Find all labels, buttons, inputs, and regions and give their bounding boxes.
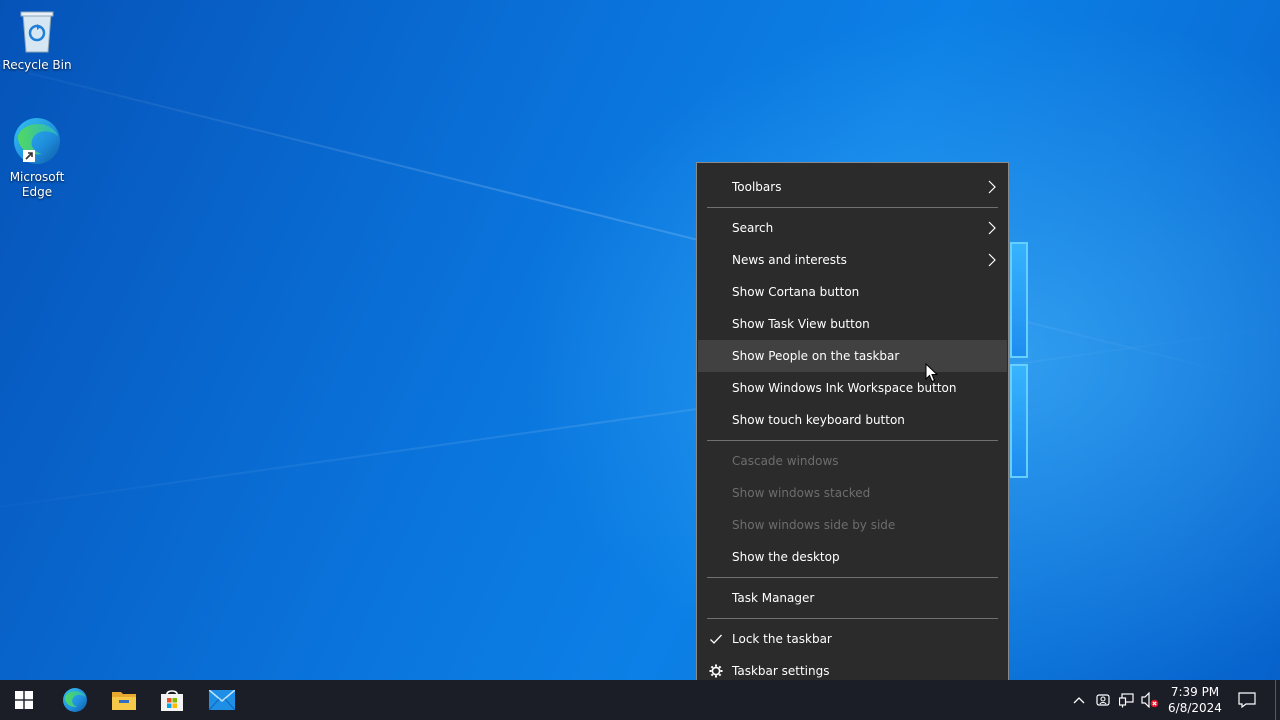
menu-item-label: Lock the taskbar (732, 632, 832, 646)
menu-item-label: Show People on the taskbar (732, 349, 900, 363)
menu-item-show-windows-side-by-side: Show windows side by side (698, 509, 1007, 541)
menu-item-label: Show Windows Ink Workspace button (732, 381, 957, 395)
taskbar-file-explorer-button[interactable] (100, 680, 148, 720)
menu-item-label: Show windows stacked (732, 486, 871, 500)
menu-item-label: Show Task View button (732, 317, 870, 331)
clock-time: 7:39 PM (1170, 685, 1220, 699)
mouse-cursor-icon (925, 363, 939, 383)
menu-item-show-ink-workspace-button[interactable]: Show Windows Ink Workspace button (698, 372, 1007, 404)
menu-separator (707, 440, 998, 441)
menu-item-label: Show the desktop (732, 550, 840, 564)
action-center-button[interactable] (1237, 690, 1257, 710)
clock-date: 6/8/2024 (1168, 701, 1222, 715)
menu-item-label: Taskbar settings (732, 664, 830, 678)
menu-item-toolbars[interactable]: Toolbars (698, 171, 1007, 203)
menu-item-label: Show Cortana button (732, 285, 860, 299)
notification-icon (1238, 692, 1256, 708)
start-icon (15, 691, 33, 709)
recycle-bin-icon (20, 11, 54, 53)
menu-item-label: Toolbars (732, 180, 782, 194)
store-icon (161, 690, 183, 711)
menu-item-label: Cascade windows (732, 454, 839, 468)
volume-muted-icon (1141, 692, 1159, 708)
menu-separator (707, 207, 998, 208)
wallpaper-light-beam (0, 325, 1280, 522)
taskbar-store-button[interactable] (148, 680, 196, 720)
menu-item-show-cortana-button[interactable]: Show Cortana button (698, 276, 1007, 308)
menu-item-label: News and interests (732, 253, 847, 267)
desktop-icon-label: Recycle Bin (2, 58, 72, 72)
network-icon (1119, 693, 1134, 708)
chevron-right-icon (988, 221, 996, 235)
wallpaper-light-beam (0, 40, 1259, 381)
desktop-icon-recycle-bin[interactable]: Recycle Bin (1, 8, 73, 73)
mail-icon (209, 690, 235, 710)
menu-item-show-windows-stacked: Show windows stacked (698, 477, 1007, 509)
edge-icon (14, 118, 60, 164)
menu-item-label: Show windows side by side (732, 518, 896, 532)
meet-now-icon (1096, 694, 1110, 706)
chevron-up-icon (1073, 697, 1085, 704)
network-button[interactable] (1117, 690, 1137, 710)
menu-item-task-manager[interactable]: Task Manager (698, 582, 1007, 614)
menu-item-search[interactable]: Search (698, 212, 1007, 244)
menu-item-show-touch-keyboard-button[interactable]: Show touch keyboard button (698, 404, 1007, 436)
menu-item-show-people[interactable]: Show People on the taskbar (698, 340, 1007, 372)
menu-item-lock-the-taskbar[interactable]: Lock the taskbar (698, 623, 1007, 655)
start-button[interactable] (0, 680, 48, 720)
menu-separator (707, 577, 998, 578)
chevron-right-icon (988, 253, 996, 267)
show-hidden-icons-button[interactable] (1069, 690, 1089, 710)
taskbar[interactable]: 7:39 PM 6/8/2024 (0, 680, 1280, 720)
taskbar-mail-button[interactable] (198, 680, 246, 720)
chevron-right-icon (988, 180, 996, 194)
file-explorer-icon (112, 692, 136, 710)
checkmark-icon (710, 634, 722, 644)
menu-item-show-the-desktop[interactable]: Show the desktop (698, 541, 1007, 573)
meet-now-button[interactable] (1093, 690, 1113, 710)
show-desktop-button[interactable] (1275, 680, 1276, 720)
menu-item-label: Search (732, 221, 774, 235)
taskbar-context-menu: Toolbars Search News and interests Show … (696, 162, 1009, 696)
menu-item-label: Show touch keyboard button (732, 413, 905, 427)
menu-separator (707, 618, 998, 619)
desktop[interactable]: Recycle Bin Microsoft Edge (0, 0, 1280, 680)
menu-item-show-task-view-button[interactable]: Show Task View button (698, 308, 1007, 340)
menu-item-cascade-windows: Cascade windows (698, 445, 1007, 477)
edge-icon (63, 688, 87, 712)
menu-item-label: Task Manager (732, 591, 815, 605)
desktop-icon-label: Microsoft Edge (9, 170, 65, 199)
taskbar-edge-button[interactable] (51, 680, 99, 720)
menu-item-news-and-interests[interactable]: News and interests (698, 244, 1007, 276)
volume-button[interactable] (1140, 690, 1160, 710)
gear-icon (709, 664, 723, 678)
desktop-icon-microsoft-edge[interactable]: Microsoft Edge (1, 116, 73, 200)
clock[interactable]: 7:39 PM 6/8/2024 (1164, 684, 1226, 716)
